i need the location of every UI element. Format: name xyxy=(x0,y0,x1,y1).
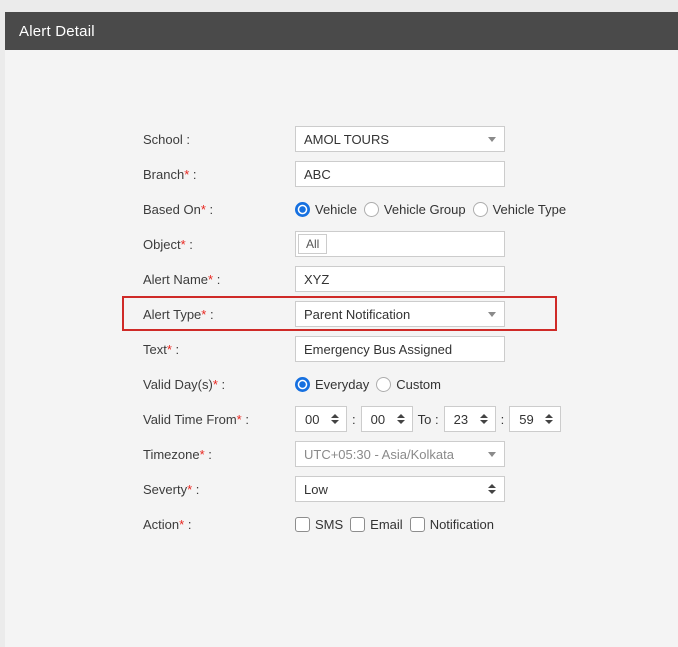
timezone-label: Timezone* : xyxy=(143,447,295,462)
severity-select-value: Low xyxy=(304,482,488,497)
radio-selected-icon[interactable] xyxy=(295,377,310,392)
radio-custom[interactable]: Custom xyxy=(376,377,441,392)
from-minute-spinner[interactable]: 00 xyxy=(361,406,413,432)
checkbox-unchecked-icon[interactable] xyxy=(410,517,425,532)
radio-everyday[interactable]: Everyday xyxy=(295,377,369,392)
radio-vehicle-type[interactable]: Vehicle Type xyxy=(473,202,566,217)
to-minute-value: 59 xyxy=(519,412,533,427)
valid-time-label: Valid Time From* : xyxy=(143,412,295,427)
checkbox-notification[interactable]: Notification xyxy=(410,517,494,532)
panel-header: Alert Detail xyxy=(5,12,678,50)
object-chip-all[interactable]: All xyxy=(298,234,327,254)
from-minute-value: 00 xyxy=(371,412,385,427)
branch-label: Branch* : xyxy=(143,167,295,182)
radio-vehicle-group-label: Vehicle Group xyxy=(384,202,466,217)
radio-unselected-icon[interactable] xyxy=(473,202,488,217)
text-input[interactable]: Emergency Bus Assigned xyxy=(295,336,505,362)
checkbox-unchecked-icon[interactable] xyxy=(295,517,310,532)
checkbox-sms[interactable]: SMS xyxy=(295,517,343,532)
severity-select[interactable]: Low xyxy=(295,476,505,502)
field-row-alert-name: Alert Name* : XYZ xyxy=(143,266,566,292)
radio-unselected-icon[interactable] xyxy=(376,377,391,392)
field-row-timezone: Timezone* : UTC+05:30 - Asia/Kolkata xyxy=(143,441,566,467)
action-label: Action* : xyxy=(143,517,295,532)
from-hour-spinner[interactable]: 00 xyxy=(295,406,347,432)
severity-label: Severty* : xyxy=(143,482,295,497)
checkbox-email[interactable]: Email xyxy=(350,517,403,532)
page-title: Alert Detail xyxy=(19,23,95,40)
chevron-down-icon xyxy=(488,312,496,317)
up-down-arrows-icon[interactable] xyxy=(480,414,488,424)
alert-detail-panel: Alert Detail School : AMOL TOURS Branch*… xyxy=(5,12,678,647)
to-minute-spinner[interactable]: 59 xyxy=(509,406,561,432)
branch-input-value: ABC xyxy=(304,167,331,182)
checkbox-sms-label: SMS xyxy=(315,517,343,532)
panel-body: School : AMOL TOURS Branch* : ABC xyxy=(5,50,678,647)
alert-detail-form: School : AMOL TOURS Branch* : ABC xyxy=(143,126,566,546)
field-row-action: Action* : SMS Email Notification xyxy=(143,511,566,537)
timezone-select: UTC+05:30 - Asia/Kolkata xyxy=(295,441,505,467)
field-row-object: Object* : All xyxy=(143,231,566,257)
up-down-arrows-icon[interactable] xyxy=(397,414,405,424)
text-label: Text* : xyxy=(143,342,295,357)
valid-days-label: Valid Day(s)* : xyxy=(143,377,295,392)
checkbox-email-label: Email xyxy=(370,517,403,532)
radio-everyday-label: Everyday xyxy=(315,377,369,392)
branch-input[interactable]: ABC xyxy=(295,161,505,187)
field-row-alert-type: Alert Type* : Parent Notification xyxy=(143,301,566,327)
radio-vehicle[interactable]: Vehicle xyxy=(295,202,357,217)
checkbox-notification-label: Notification xyxy=(430,517,494,532)
field-row-text: Text* : Emergency Bus Assigned xyxy=(143,336,566,362)
radio-unselected-icon[interactable] xyxy=(364,202,379,217)
chevron-down-icon xyxy=(488,452,496,457)
checkbox-unchecked-icon[interactable] xyxy=(350,517,365,532)
school-label: School : xyxy=(143,132,295,147)
alert-name-label: Alert Name* : xyxy=(143,272,295,287)
from-hour-value: 00 xyxy=(305,412,319,427)
field-row-branch: Branch* : ABC xyxy=(143,161,566,187)
to-label: To : xyxy=(418,412,439,427)
based-on-label: Based On* : xyxy=(143,202,295,217)
up-down-arrows-icon[interactable] xyxy=(331,414,339,424)
school-select-value: AMOL TOURS xyxy=(304,132,488,147)
object-label: Object* : xyxy=(143,237,295,252)
timezone-select-value: UTC+05:30 - Asia/Kolkata xyxy=(304,447,488,462)
alert-type-label: Alert Type* : xyxy=(143,307,295,322)
alert-name-input-value: XYZ xyxy=(304,272,329,287)
time-separator: : xyxy=(501,412,505,427)
text-input-value: Emergency Bus Assigned xyxy=(304,342,452,357)
field-row-based-on: Based On* : Vehicle Vehicle Group Vehicl… xyxy=(143,196,566,222)
radio-vehicle-group[interactable]: Vehicle Group xyxy=(364,202,466,217)
radio-selected-icon[interactable] xyxy=(295,202,310,217)
to-hour-spinner[interactable]: 23 xyxy=(444,406,496,432)
radio-vehicle-label: Vehicle xyxy=(315,202,357,217)
school-select[interactable]: AMOL TOURS xyxy=(295,126,505,152)
field-row-valid-days: Valid Day(s)* : Everyday Custom xyxy=(143,371,566,397)
alert-type-select-value: Parent Notification xyxy=(304,307,488,322)
to-hour-value: 23 xyxy=(454,412,468,427)
up-down-arrows-icon[interactable] xyxy=(545,414,553,424)
radio-custom-label: Custom xyxy=(396,377,441,392)
radio-vehicle-type-label: Vehicle Type xyxy=(493,202,566,217)
chevron-down-icon xyxy=(488,137,496,142)
object-multiselect[interactable]: All xyxy=(295,231,505,257)
field-row-valid-time: Valid Time From* : 00 : 00 To : 23 xyxy=(143,406,566,432)
time-separator: : xyxy=(352,412,356,427)
field-row-severity: Severty* : Low xyxy=(143,476,566,502)
up-down-arrows-icon xyxy=(488,484,496,494)
alert-name-input[interactable]: XYZ xyxy=(295,266,505,292)
alert-type-select[interactable]: Parent Notification xyxy=(295,301,505,327)
field-row-school: School : AMOL TOURS xyxy=(143,126,566,152)
